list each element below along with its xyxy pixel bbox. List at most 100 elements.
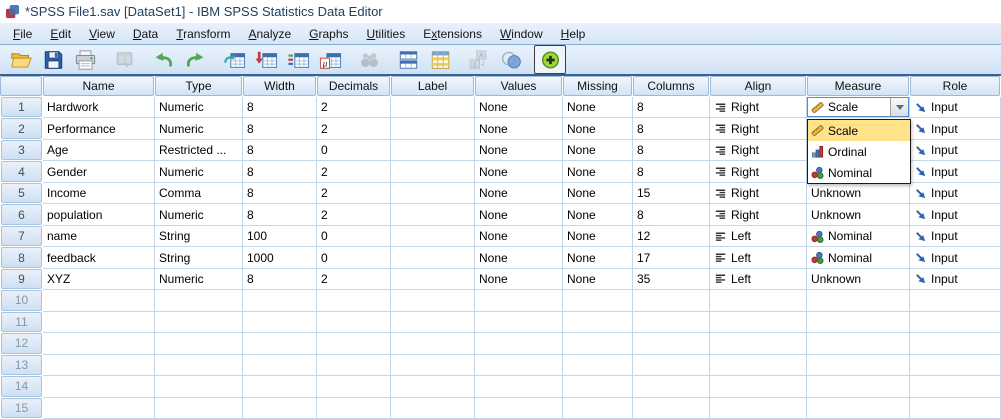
- cell-15-align[interactable]: [710, 397, 807, 419]
- cell-8-missing[interactable]: None: [563, 247, 633, 269]
- cell-15-decimals[interactable]: [317, 397, 391, 419]
- cell-8-type[interactable]: String: [155, 247, 243, 269]
- cell-12-columns[interactable]: [633, 333, 710, 355]
- cell-1-name[interactable]: Hardwork: [43, 97, 155, 119]
- cell-9-decimals[interactable]: 2: [317, 268, 391, 291]
- cell-3-decimals[interactable]: 0: [317, 139, 391, 162]
- cell-7-missing[interactable]: None: [563, 225, 633, 248]
- cell-10-label[interactable]: [391, 290, 475, 312]
- cell-7-values[interactable]: None: [475, 225, 563, 248]
- cell-1-values[interactable]: None: [475, 97, 563, 119]
- cell-13-missing[interactable]: [563, 354, 633, 377]
- cell-5-values[interactable]: None: [475, 182, 563, 205]
- measure-option-nominal[interactable]: Nominal: [808, 162, 910, 183]
- cell-5-align[interactable]: Right: [710, 182, 807, 205]
- cell-9-measure[interactable]: Unknown: [807, 268, 910, 291]
- recall-dialogs-button[interactable]: [108, 45, 140, 74]
- cell-7-label[interactable]: [391, 225, 475, 248]
- cell-13-name[interactable]: [43, 354, 155, 377]
- cell-13-align[interactable]: [710, 354, 807, 377]
- open-data-button[interactable]: [5, 45, 37, 74]
- cell-14-missing[interactable]: [563, 376, 633, 398]
- cell-2-type[interactable]: Numeric: [155, 118, 243, 140]
- cell-5-columns[interactable]: 15: [633, 182, 710, 205]
- cell-2-align[interactable]: Right: [710, 118, 807, 140]
- cell-7-role[interactable]: Input: [910, 225, 1001, 248]
- row-header-13[interactable]: 13: [1, 354, 42, 376]
- cell-12-decimals[interactable]: [317, 333, 391, 355]
- cell-15-width[interactable]: [243, 397, 317, 419]
- cell-5-name[interactable]: Income: [43, 182, 155, 205]
- cell-2-missing[interactable]: None: [563, 118, 633, 140]
- cell-5-decimals[interactable]: 2: [317, 182, 391, 205]
- cell-1-columns[interactable]: 8: [633, 97, 710, 119]
- cell-11-type[interactable]: [155, 311, 243, 334]
- cell-11-role[interactable]: [910, 311, 1001, 334]
- descriptives-button[interactable]: μ: [314, 45, 346, 74]
- cell-12-type[interactable]: [155, 333, 243, 355]
- cell-4-columns[interactable]: 8: [633, 161, 710, 183]
- cell-9-align[interactable]: Left: [710, 268, 807, 291]
- cell-15-type[interactable]: [155, 397, 243, 419]
- cell-7-type[interactable]: String: [155, 225, 243, 248]
- cell-11-decimals[interactable]: [317, 311, 391, 334]
- menu-item-analyze[interactable]: Analyze: [239, 25, 300, 43]
- cell-4-label[interactable]: [391, 161, 475, 183]
- select-cases-button[interactable]: [424, 45, 456, 74]
- cell-8-decimals[interactable]: 0: [317, 247, 391, 269]
- cell-1-label[interactable]: [391, 97, 475, 119]
- cell-14-align[interactable]: [710, 376, 807, 398]
- cell-10-width[interactable]: [243, 290, 317, 312]
- cell-12-align[interactable]: [710, 333, 807, 355]
- cell-10-missing[interactable]: [563, 290, 633, 312]
- cell-4-width[interactable]: 8: [243, 161, 317, 183]
- cell-7-columns[interactable]: 12: [633, 225, 710, 248]
- cell-14-columns[interactable]: [633, 376, 710, 398]
- cell-4-align[interactable]: Right: [710, 161, 807, 183]
- cell-11-values[interactable]: [475, 311, 563, 334]
- cell-2-width[interactable]: 8: [243, 118, 317, 140]
- menu-item-transform[interactable]: Transform: [167, 25, 239, 43]
- cell-13-decimals[interactable]: [317, 354, 391, 377]
- cell-1-type[interactable]: Numeric: [155, 97, 243, 119]
- cell-12-missing[interactable]: [563, 333, 633, 355]
- cell-11-missing[interactable]: [563, 311, 633, 334]
- cell-8-label[interactable]: [391, 247, 475, 269]
- cell-11-align[interactable]: [710, 311, 807, 334]
- cell-15-role[interactable]: [910, 397, 1001, 419]
- cell-9-label[interactable]: [391, 268, 475, 291]
- cell-13-type[interactable]: [155, 354, 243, 377]
- cell-6-align[interactable]: Right: [710, 204, 807, 226]
- column-header-name[interactable]: Name: [43, 76, 154, 96]
- cell-3-values[interactable]: None: [475, 139, 563, 162]
- cell-1-width[interactable]: 8: [243, 97, 317, 119]
- cell-13-measure[interactable]: [807, 354, 910, 377]
- cell-5-role[interactable]: Input: [910, 182, 1001, 205]
- corner-cell[interactable]: [0, 76, 42, 96]
- cell-13-role[interactable]: [910, 354, 1001, 377]
- cell-5-label[interactable]: [391, 182, 475, 205]
- menu-item-window[interactable]: Window: [491, 25, 552, 43]
- cell-10-decimals[interactable]: [317, 290, 391, 312]
- cell-3-missing[interactable]: None: [563, 139, 633, 162]
- menu-item-edit[interactable]: Edit: [41, 25, 80, 43]
- cell-6-name[interactable]: population: [43, 204, 155, 226]
- cell-8-measure[interactable]: Nominal: [807, 247, 910, 269]
- cell-4-name[interactable]: Gender: [43, 161, 155, 183]
- cell-11-measure[interactable]: [807, 311, 910, 334]
- cell-2-values[interactable]: None: [475, 118, 563, 140]
- row-header-9[interactable]: 9: [1, 268, 42, 290]
- measure-option-ordinal[interactable]: Ordinal: [808, 141, 910, 162]
- cell-15-values[interactable]: [475, 397, 563, 419]
- row-header-2[interactable]: 2: [1, 118, 42, 139]
- menu-item-help[interactable]: Help: [552, 25, 595, 43]
- cell-11-columns[interactable]: [633, 311, 710, 334]
- redo-button[interactable]: [179, 45, 211, 74]
- cell-2-decimals[interactable]: 2: [317, 118, 391, 140]
- cell-8-columns[interactable]: 17: [633, 247, 710, 269]
- row-header-8[interactable]: 8: [1, 247, 42, 268]
- cell-15-name[interactable]: [43, 397, 155, 419]
- cell-9-values[interactable]: None: [475, 268, 563, 291]
- cell-10-role[interactable]: [910, 290, 1001, 312]
- row-header-15[interactable]: 15: [1, 397, 42, 419]
